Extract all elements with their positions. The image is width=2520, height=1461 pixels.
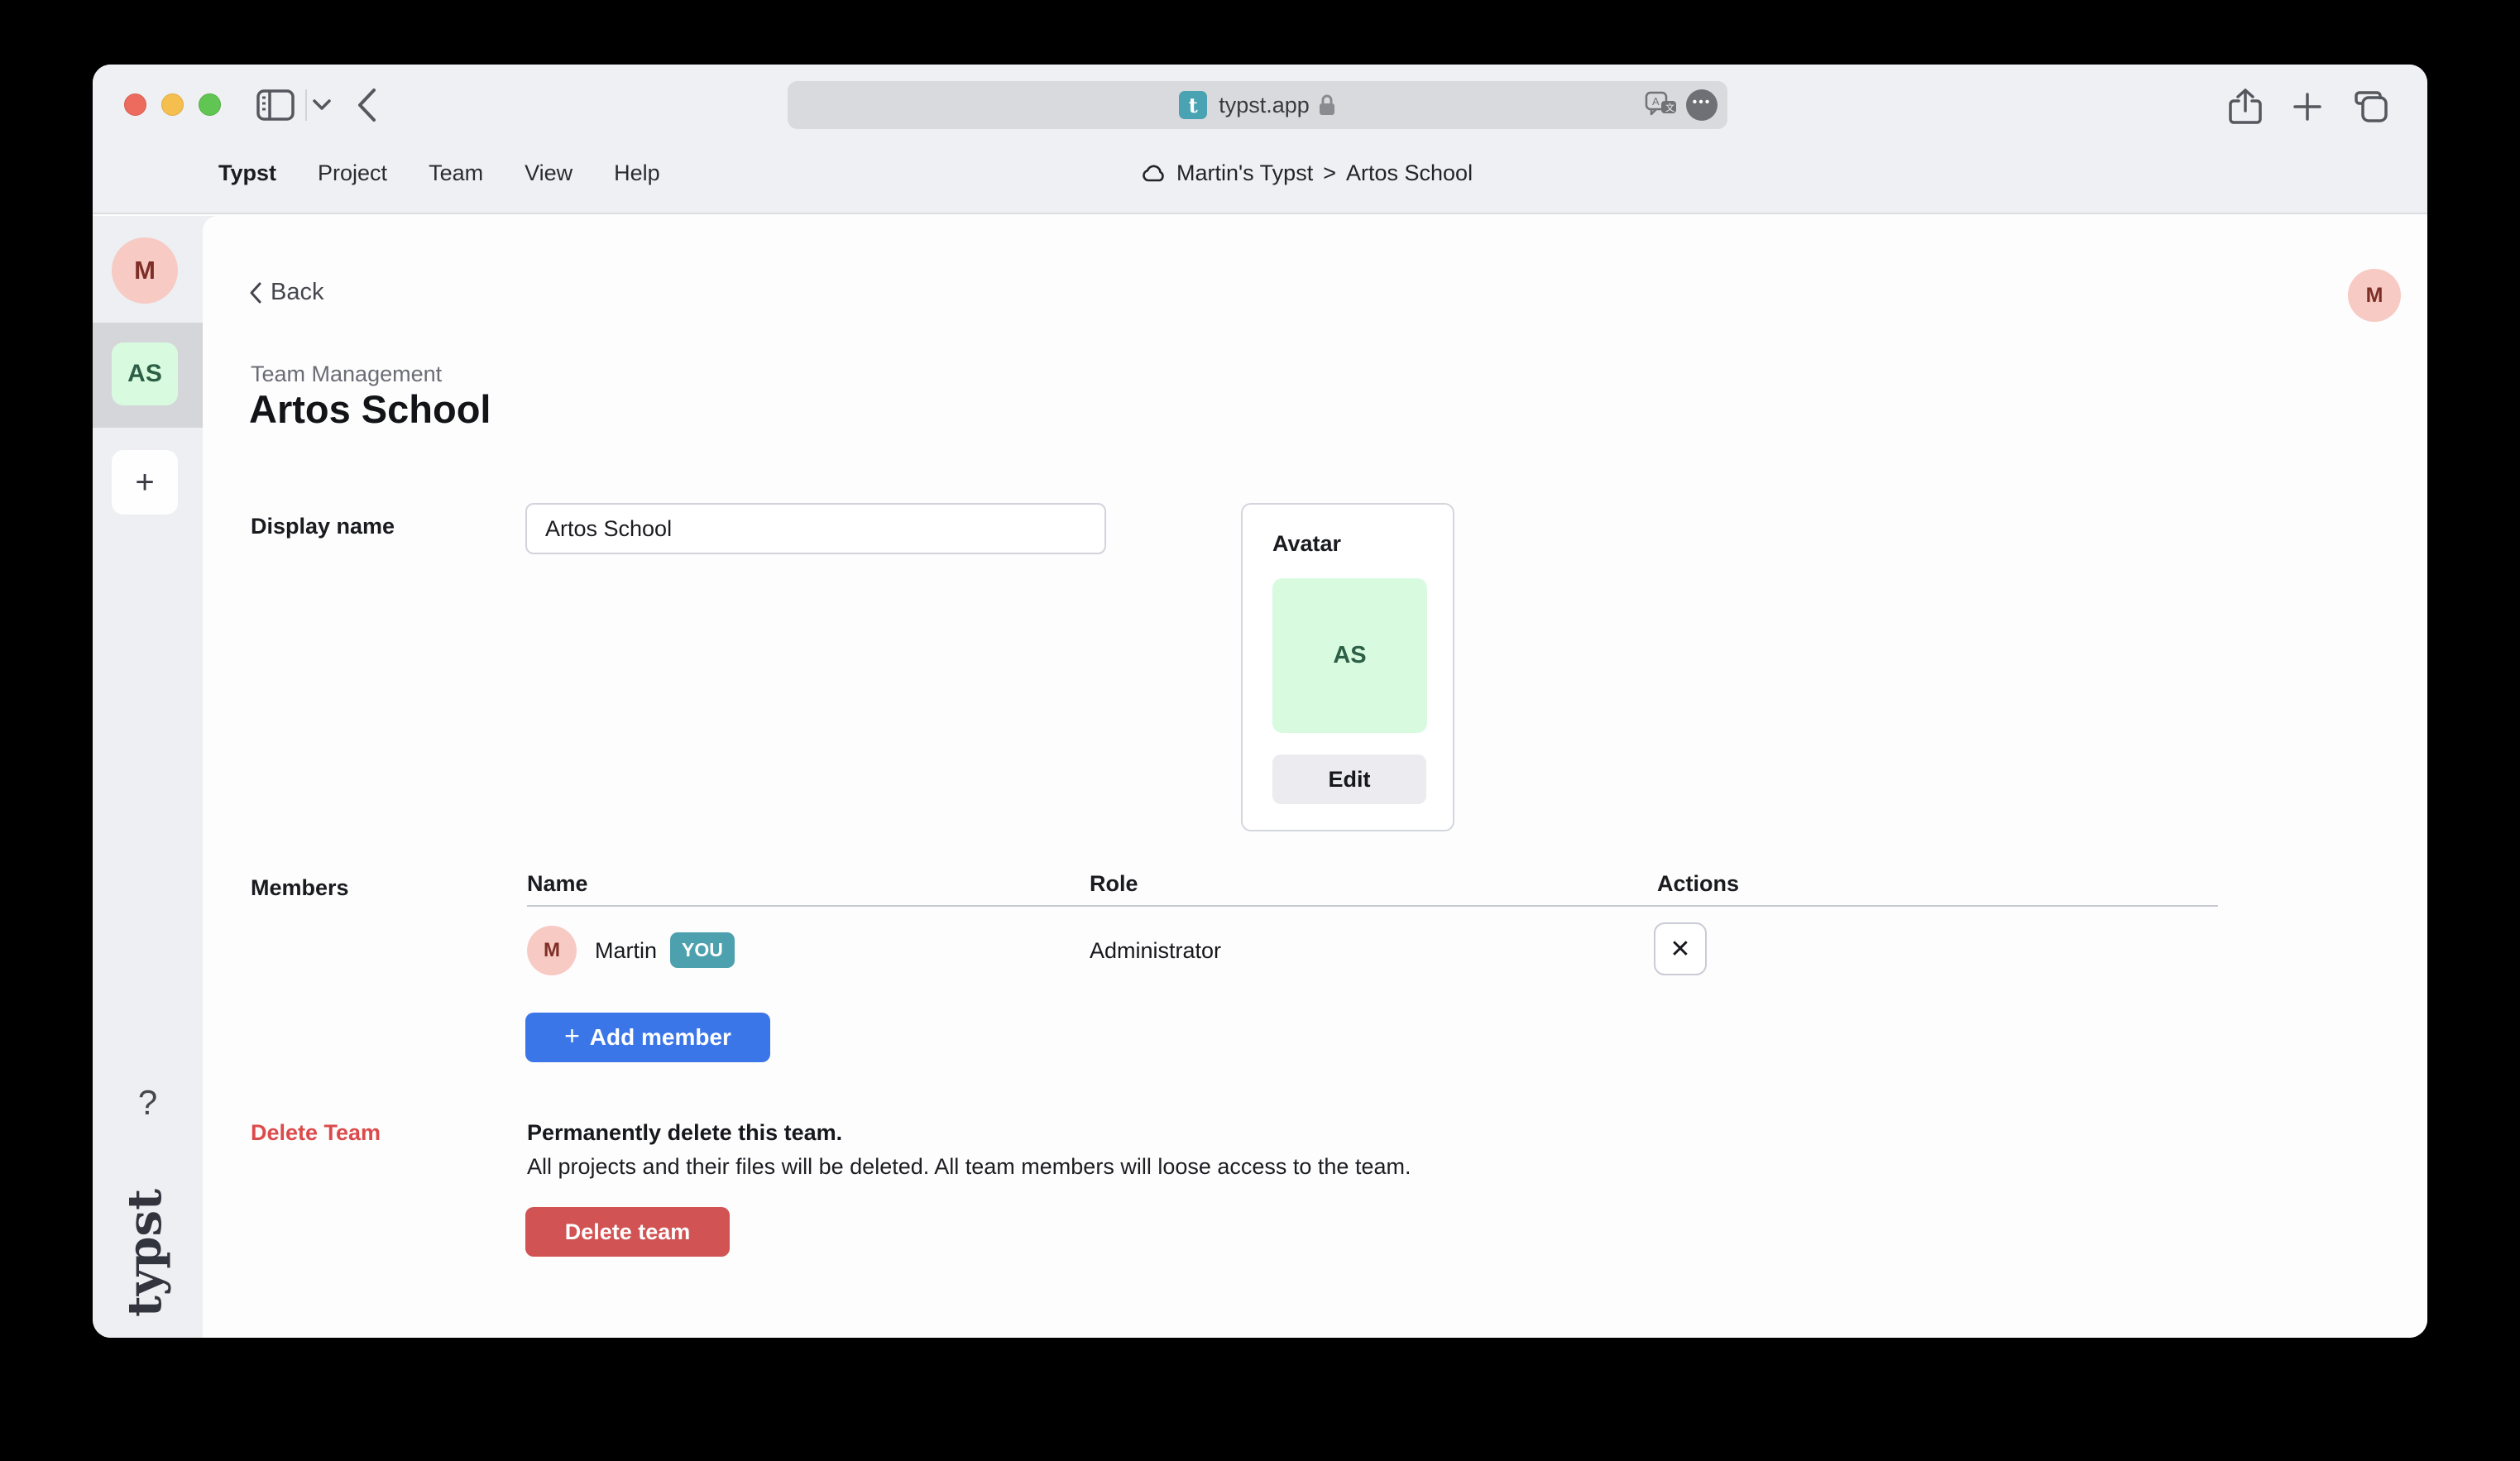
member-avatar-initial: M [544,939,560,962]
svg-text:A: A [1652,95,1660,108]
typst-logo: typst [117,1193,172,1317]
members-label: Members [251,875,349,901]
site-favicon: t [1179,91,1207,119]
you-badge: YOU [670,932,735,968]
user-avatar[interactable]: M [2348,269,2401,322]
plus-icon: + [564,1021,580,1051]
sidebar-user-avatar[interactable]: M [112,237,178,304]
browser-window: t typst.app A 文 ••• [93,65,2427,1338]
table-header-divider [527,905,2218,907]
menu-help[interactable]: Help [614,160,660,186]
breadcrumb-workspace[interactable]: Martin's Typst [1176,160,1313,186]
address-bar[interactable]: t typst.app A 文 ••• [788,81,1727,129]
help-icon[interactable]: ? [93,1083,203,1123]
avatar-card: Avatar AS Edit [1241,503,1454,831]
user-avatar-initial: M [2366,284,2383,308]
toolbar-divider [305,89,307,121]
traffic-lights [124,93,221,116]
minimize-window-button[interactable] [161,93,184,116]
breadcrumb-separator: > [1323,160,1336,186]
breadcrumb-current[interactable]: Artos School [1346,160,1473,186]
delete-team-label: Delete Team [251,1120,381,1146]
section-label: Team Management [251,362,442,387]
you-badge-label: YOU [682,939,723,961]
browser-chrome: t typst.app A 文 ••• [93,65,2427,214]
help-glyph: ? [138,1083,157,1122]
menu-typst[interactable]: Typst [218,160,276,186]
breadcrumb: Martin's Typst > Artos School [1142,132,1473,214]
team-avatar-initials: AS [1333,642,1366,669]
display-name-input[interactable] [525,503,1106,554]
back-arrow-icon[interactable] [356,88,377,122]
menu-team[interactable]: Team [429,160,483,186]
lock-icon [1318,93,1336,117]
menu-view[interactable]: View [525,160,573,186]
sidebar-add-team-button[interactable]: + [112,450,178,515]
column-header-actions: Actions [1657,871,1739,897]
avatar-card-title: Avatar [1272,531,1341,557]
plus-icon: + [135,464,154,501]
edit-avatar-button[interactable]: Edit [1272,754,1426,804]
url-text: typst.app [1219,93,1310,118]
delete-team-button[interactable]: Delete team [525,1207,730,1257]
delete-team-description: All projects and their files will be del… [527,1154,1411,1180]
remove-member-button[interactable]: ✕ [1654,922,1707,975]
member-name: Martin [595,938,657,964]
app-menu-bar: Typst Project Team View Help [218,132,660,214]
new-tab-icon[interactable] [2292,91,2323,122]
member-role: Administrator [1090,938,1221,964]
delete-team-heading: Permanently delete this team. [527,1120,842,1146]
cloud-icon [1142,165,1167,183]
close-icon: ✕ [1670,935,1690,964]
back-link[interactable]: Back [249,279,323,306]
translate-icon[interactable]: A 文 [1645,91,1678,119]
chevron-down-icon[interactable] [313,99,331,111]
sidebar-team-initials: AS [127,360,162,388]
app-body: M AS + ? typst Back M [93,216,2427,1338]
add-member-button[interactable]: + Add member [525,1013,770,1062]
page-settings-button[interactable]: ••• [1686,89,1718,121]
page-title: Artos School [249,386,491,432]
main-content: Back M Team Management Artos School Disp… [203,216,2427,1338]
close-window-button[interactable] [124,93,146,116]
tab-overview-icon[interactable] [2353,89,2389,124]
svg-text:文: 文 [1665,102,1674,113]
column-header-role: Role [1090,871,1138,897]
sidebar-toggle-icon[interactable] [256,89,295,121]
favicon-letter: t [1189,93,1198,117]
back-chevron-icon [249,281,262,304]
member-avatar: M [527,926,577,975]
add-member-label: Add member [590,1024,731,1051]
menu-project[interactable]: Project [318,160,387,186]
zoom-window-button[interactable] [199,93,221,116]
sidebar-user-initial: M [134,256,156,285]
column-header-name: Name [527,871,588,897]
workspace-sidebar: M AS + ? typst [93,216,203,1338]
back-label: Back [271,279,323,306]
team-avatar-preview: AS [1272,578,1427,733]
sidebar-team-avatar[interactable]: AS [112,342,178,405]
share-icon[interactable] [2229,88,2262,126]
display-name-label: Display name [251,514,395,539]
